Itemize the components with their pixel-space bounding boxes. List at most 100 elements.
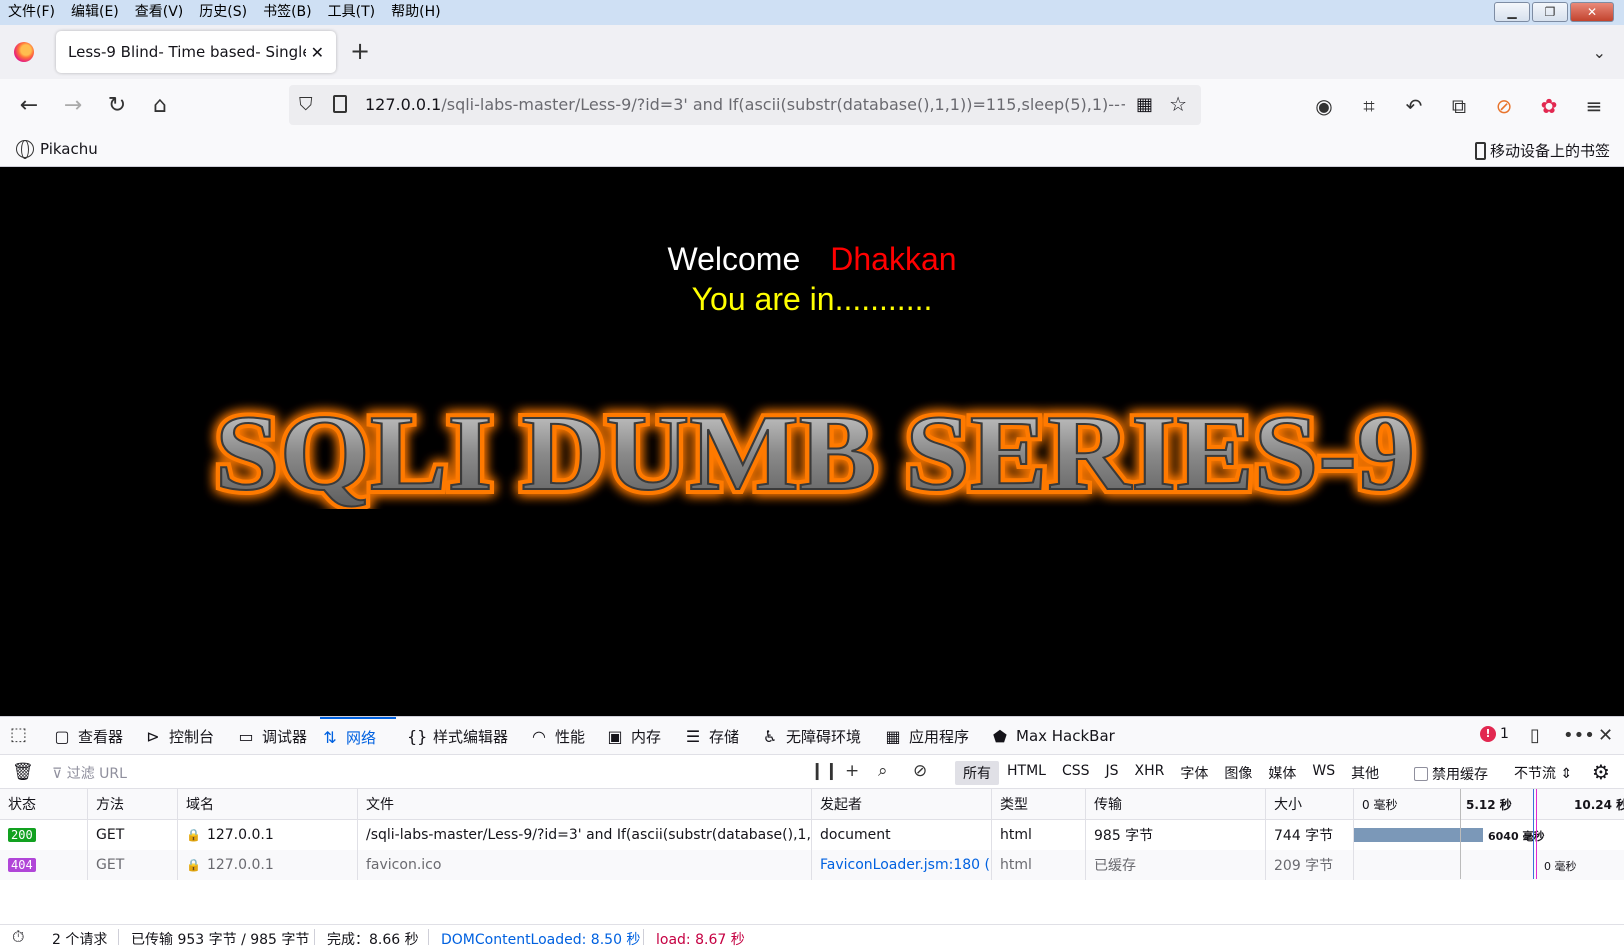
close-devtools-icon[interactable]: ✕ [1598,725,1613,746]
tab-style-editor[interactable]: {} 样式编辑器 [407,717,508,755]
new-tab-icon[interactable]: + [350,39,370,63]
menu-tools[interactable]: 工具(T) [320,0,383,25]
checkbox[interactable] [1414,767,1428,781]
qr-code-icon[interactable]: ▦ [1136,94,1153,115]
throttle-select[interactable]: 不节流 ⇕ [1514,763,1572,783]
element-picker-icon[interactable]: ⬚ [10,724,27,745]
type-other[interactable]: 其他 [1343,761,1387,785]
col-type[interactable]: 类型 [992,789,1086,819]
separator [314,929,315,945]
account-icon[interactable]: ◉ [1310,92,1338,120]
col-initiator[interactable]: 发起者 [812,789,992,819]
domain-cell: 🔒 127.0.0.1 [178,820,358,850]
col-domain[interactable]: 域名 [178,789,358,819]
tab-console[interactable]: ⊳ 控制台 [143,717,214,755]
tab-performance[interactable]: ◠ 性能 [529,717,585,755]
type-html[interactable]: HTML [999,761,1054,785]
minimize-button[interactable]: ▁ [1494,2,1530,22]
timeline-t0: 0 毫秒 [1362,797,1398,812]
star-bookmark-icon[interactable]: ☆ [1169,92,1187,116]
crop-icon[interactable]: ⌗ [1355,92,1383,120]
dock-icon[interactable]: ▯ [1530,725,1540,746]
menu-help[interactable]: 帮助(H) [383,0,448,25]
col-status[interactable]: 状态 [0,789,88,819]
menu-file[interactable]: 文件(F) [0,0,63,25]
type-fonts[interactable]: 字体 [1172,761,1216,785]
col-size[interactable]: 大小 [1266,789,1354,819]
grid-icon: ▦ [885,726,901,746]
banner-text: SQLI DUMB SERIES-9 [215,394,1415,509]
domain-text: 127.0.0.1 [206,827,274,843]
table-row[interactable]: 200 GET 🔒 127.0.0.1 /sqli-labs-master/Les… [0,820,1624,850]
tab-memory[interactable]: ▣ 内存 [605,717,661,755]
search-icon[interactable]: ⌕ [878,761,888,781]
type-media[interactable]: 媒体 [1260,761,1304,785]
console-icon: ⊳ [146,726,160,746]
shield-icon[interactable]: ⛉ [299,94,313,115]
undo-icon[interactable]: ↶ [1400,92,1428,120]
menu-history[interactable]: 历史(S) [191,0,255,25]
blocked-icon[interactable]: ⊘ [1490,92,1518,120]
waterfall-bar [1354,828,1483,842]
menu-bookmarks[interactable]: 书签(B) [255,0,320,25]
back-arrow-icon[interactable]: ← [15,92,43,120]
close-tab-icon[interactable]: ✕ [311,43,324,62]
forward-arrow-icon[interactable]: → [59,92,87,120]
type-js[interactable]: JS [1098,761,1127,785]
col-method[interactable]: 方法 [88,789,178,819]
block-icon[interactable]: ⊘ [913,761,927,781]
disable-cache-checkbox[interactable]: 禁用缓存 [1414,764,1488,784]
mobile-bookmarks[interactable]: 移动设备上的书签 [1474,140,1610,161]
tab-inspector[interactable]: ▢ 查看器 [52,717,123,755]
more-options-icon[interactable]: ••• [1563,725,1595,746]
hamburger-menu-icon[interactable]: ≡ [1580,92,1608,120]
tab-max-hackbar[interactable]: ⬟ Max HackBar [990,717,1115,755]
gear-icon[interactable]: ⚙ [1592,760,1610,784]
addon-icon[interactable]: ✿ [1535,92,1563,120]
tab-active[interactable]: Less-9 Blind- Time based- Single Quotes-… [56,31,336,73]
finish-time: 完成：8.66 秒 [327,932,419,948]
filter-url-input[interactable]: ⊽ 过滤 URL [52,763,127,783]
chevron-down-icon[interactable]: ⌄ [1593,43,1606,62]
type-xhr[interactable]: XHR [1127,761,1173,785]
initiator-cell[interactable]: FaviconLoader.jsm:180 (... [812,850,992,880]
type-images[interactable]: 图像 [1216,761,1260,785]
tab-accessibility[interactable]: ♿ 无障碍环境 [760,717,861,755]
table-row[interactable]: 404 GET 🔒 127.0.0.1 favicon.ico FaviconLo… [0,850,1624,880]
timeline-t1: 5.12 秒 [1466,797,1512,812]
col-timeline[interactable]: 0 毫秒 5.12 秒 10.24 秒 [1354,789,1624,819]
tab-application[interactable]: ▦ 应用程序 [883,717,969,755]
inspector-icon: ▢ [54,726,70,746]
col-file[interactable]: 文件 [358,789,812,819]
add-icon[interactable]: + [845,761,859,781]
tab-label: 查看器 [78,727,124,746]
pause-icon[interactable]: ❙❙ [810,761,839,781]
tab-label: 无障碍环境 [786,727,862,746]
type-all[interactable]: 所有 [955,761,999,785]
tab-storage[interactable]: ☰ 存储 [683,717,739,755]
menu-view[interactable]: 查看(V) [127,0,192,25]
status-cell: 200 [0,820,88,850]
type-filters: 所有 HTML CSS JS XHR 字体 图像 媒体 WS 其他 [955,761,1387,785]
error-icon: ! [1480,726,1496,742]
type-css[interactable]: CSS [1054,761,1098,785]
firefox-logo-icon[interactable] [14,42,34,62]
bookmark-pikachu[interactable]: Pikachu [16,140,98,159]
extensions-icon[interactable]: ⧉ [1445,92,1473,120]
error-indicator[interactable]: ! 1 [1480,726,1509,742]
trash-icon[interactable]: 🗑 [12,762,34,782]
url-text[interactable]: 127.0.0.1/sqli-labs-master/Less-9/?id=3'… [365,95,1125,114]
tab-network[interactable]: ⇅ 网络 [320,717,396,755]
url-bar[interactable]: ⛉ 127.0.0.1/sqli-labs-master/Less-9/?id=… [289,85,1201,125]
you-are-in-text: You are in........... [691,281,933,317]
col-transfer[interactable]: 传输 [1086,789,1266,819]
domcontentloaded-time: DOMContentLoaded: 8.50 秒 [441,932,641,948]
tab-debugger[interactable]: ▭ 调试器 [236,717,307,755]
menu-edit[interactable]: 编辑(E) [63,0,127,25]
separator [118,929,119,945]
close-window-button[interactable]: ✕ [1570,2,1614,22]
type-ws[interactable]: WS [1304,761,1343,785]
home-icon[interactable]: ⌂ [146,92,174,120]
restore-button[interactable]: ❐ [1532,2,1568,22]
reload-icon[interactable]: ↻ [103,92,131,120]
